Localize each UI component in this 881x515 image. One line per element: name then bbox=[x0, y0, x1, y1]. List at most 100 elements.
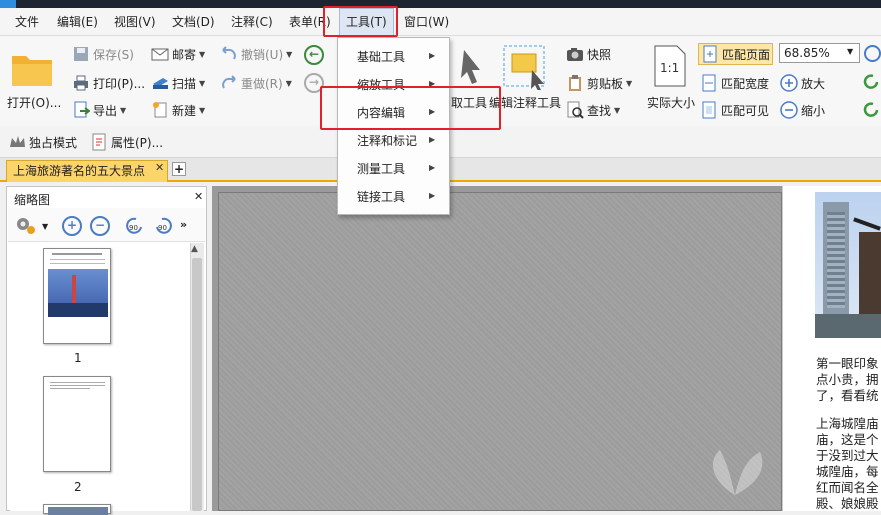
zoom-in-icon[interactable]: + bbox=[62, 216, 82, 236]
menu-item-basic-tools[interactable]: 基础工具 bbox=[357, 48, 405, 65]
document-photo bbox=[815, 192, 881, 338]
fit-page-button[interactable]: 匹配页面 bbox=[698, 43, 774, 65]
undo-label: 撤销(U) bbox=[241, 47, 284, 62]
save-button[interactable]: 保存(S) bbox=[72, 43, 134, 65]
photo-street bbox=[815, 314, 881, 338]
export-icon bbox=[72, 101, 91, 119]
exclusive-mode-button[interactable]: 独占模式 bbox=[8, 131, 77, 153]
menu-view[interactable]: 视图(V) bbox=[114, 8, 156, 36]
folder-icon bbox=[10, 48, 56, 88]
scrollbar-thumb[interactable] bbox=[192, 258, 202, 511]
properties-label: 属性(P)... bbox=[111, 135, 164, 150]
document-tab[interactable]: 上海旅游著名的五大景点 bbox=[6, 160, 168, 182]
svg-text:90: 90 bbox=[158, 224, 167, 232]
zoom-out-label: 缩小 bbox=[801, 103, 826, 118]
camera-icon bbox=[566, 45, 584, 63]
menu-edit[interactable]: 编辑(E) bbox=[57, 8, 98, 36]
title-strip bbox=[0, 0, 881, 8]
thumb-text-lines bbox=[50, 263, 105, 264]
thumb-text-lines bbox=[50, 385, 105, 386]
zoom-in-icon bbox=[780, 74, 798, 92]
select-tool-icon bbox=[450, 46, 486, 90]
highlight-tools-menu bbox=[323, 6, 398, 37]
zoom-out-button[interactable]: 缩小 bbox=[780, 99, 825, 121]
menu-item-annotate-markup[interactable]: 注释和标记 bbox=[357, 132, 417, 149]
zoom-out-icon bbox=[780, 101, 798, 119]
menu-comment[interactable]: 注释(C) bbox=[231, 8, 273, 36]
expand-icon[interactable]: » bbox=[180, 218, 187, 231]
fit-page-label: 匹配页面 bbox=[722, 47, 771, 62]
fit-width-button[interactable]: 匹配宽度 bbox=[700, 72, 769, 94]
find-icon bbox=[566, 101, 584, 119]
properties-button[interactable]: 属性(P)... bbox=[90, 131, 163, 153]
menu-file[interactable]: 文件 bbox=[15, 8, 39, 36]
mail-label: 邮寄 bbox=[172, 47, 197, 62]
submenu-arrow-icon: ▶ bbox=[429, 51, 436, 60]
fit-visible-label: 匹配可见 bbox=[721, 103, 770, 118]
rotate-right-icon[interactable] bbox=[862, 100, 881, 119]
back-icon[interactable]: ← bbox=[304, 45, 324, 65]
rotate-left-icon[interactable]: 90 bbox=[124, 215, 146, 237]
scroll-up-icon[interactable]: ▲ bbox=[191, 244, 198, 254]
menu-document[interactable]: 文档(D) bbox=[172, 8, 215, 36]
properties-icon bbox=[90, 133, 108, 151]
mail-button[interactable]: 邮寄 ▼ bbox=[151, 43, 205, 65]
photo-pillar bbox=[859, 232, 881, 322]
close-icon[interactable]: ✕ bbox=[194, 190, 203, 203]
zoom-in-button[interactable]: 放大 bbox=[780, 72, 825, 94]
submenu-arrow-icon: ▶ bbox=[429, 163, 436, 172]
add-tab-icon[interactable]: + bbox=[172, 162, 186, 176]
menu-item-link-tools[interactable]: 链接工具 bbox=[357, 188, 405, 205]
zoom-add-icon[interactable] bbox=[864, 45, 881, 62]
thumb-text-lines bbox=[52, 253, 102, 255]
chevron-down-icon: ▼ bbox=[199, 105, 206, 115]
menu-item-measure-tools[interactable]: 测量工具 bbox=[357, 160, 405, 177]
page-thumbnail-1[interactable] bbox=[43, 248, 111, 344]
annotation-tool-icon bbox=[502, 44, 548, 91]
rotate-right-icon[interactable]: 90 bbox=[152, 215, 174, 237]
undo-button[interactable]: 撤销(U) ▼ bbox=[220, 43, 292, 65]
zoom-out-icon[interactable]: − bbox=[90, 216, 110, 236]
thumb-photo bbox=[48, 269, 108, 317]
gear-icon[interactable] bbox=[14, 215, 38, 237]
app-icon bbox=[0, 0, 16, 8]
photo-windows bbox=[827, 212, 845, 308]
open-button[interactable]: 打开(O)... bbox=[7, 94, 61, 111]
doc-text-line: 了，看看统 bbox=[816, 388, 879, 403]
fit-visible-button[interactable]: 匹配可见 bbox=[700, 99, 769, 121]
clipboard-button[interactable]: 剪贴板 ▼ bbox=[566, 72, 632, 94]
rotate-left-icon[interactable] bbox=[862, 72, 881, 91]
redo-button[interactable]: 重做(R) ▼ bbox=[220, 72, 292, 94]
chevron-down-icon: ▼ bbox=[199, 49, 206, 59]
print-button[interactable]: 打印(P)... bbox=[72, 72, 145, 94]
page-number: 2 bbox=[74, 480, 82, 494]
snapshot-button[interactable]: 快照 bbox=[566, 43, 611, 65]
page-thumbnail-2[interactable] bbox=[43, 376, 111, 472]
mail-icon bbox=[151, 45, 169, 63]
fit-page-icon bbox=[701, 45, 719, 63]
thumb-text-lines bbox=[50, 382, 105, 383]
export-button[interactable]: 导出 ▼ bbox=[72, 99, 126, 121]
actual-size-icon: 1:1 bbox=[653, 44, 687, 88]
thumb-text-lines bbox=[50, 259, 105, 260]
menu-window[interactable]: 窗口(W) bbox=[404, 8, 449, 36]
doc-text-line: 殿、娘娘殿 bbox=[816, 496, 879, 511]
photo-roof bbox=[853, 217, 881, 231]
actual-size-button[interactable]: 实际大小 bbox=[647, 94, 695, 111]
exclusive-mode-label: 独占模式 bbox=[29, 135, 78, 150]
scan-button[interactable]: 扫描 ▼ bbox=[151, 72, 205, 94]
chevron-down-icon[interactable]: ▼ bbox=[42, 222, 48, 231]
panel-title: 缩略图 bbox=[14, 193, 51, 207]
save-icon bbox=[72, 45, 90, 63]
page-thumbnail-3[interactable] bbox=[43, 504, 111, 515]
chevron-down-icon[interactable]: ▼ bbox=[847, 47, 853, 56]
thumb-skyline bbox=[48, 303, 108, 317]
close-icon[interactable]: ✕ bbox=[155, 161, 164, 174]
chevron-down-icon: ▼ bbox=[199, 78, 206, 88]
find-button[interactable]: 查找 ▼ bbox=[566, 99, 620, 121]
fit-width-label: 匹配宽度 bbox=[721, 76, 770, 91]
save-label: 保存(S) bbox=[93, 47, 134, 62]
fit-visible-icon bbox=[700, 101, 718, 119]
new-button[interactable]: 新建 ▼ bbox=[151, 99, 205, 121]
zoom-in-label: 放大 bbox=[801, 76, 826, 91]
